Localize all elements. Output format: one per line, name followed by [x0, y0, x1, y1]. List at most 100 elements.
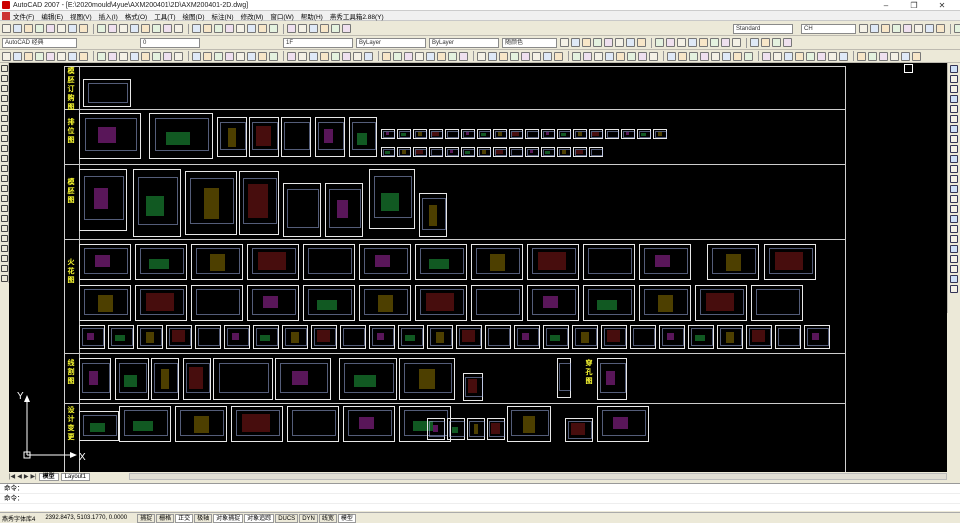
- drawing-thumbnail[interactable]: [119, 406, 171, 442]
- drawing-thumbnail[interactable]: [185, 171, 237, 235]
- toolbar-tool-icon[interactable]: [152, 24, 161, 33]
- drawing-thumbnail[interactable]: [557, 147, 572, 157]
- text-style-combo[interactable]: Standard: [733, 23, 793, 34]
- draw-tool-icon[interactable]: [1, 105, 8, 112]
- drawing-thumbnail[interactable]: [543, 325, 569, 349]
- drawing-thumbnail[interactable]: [485, 325, 511, 349]
- drawing-thumbnail[interactable]: [583, 244, 635, 280]
- toolbar-tool-icon[interactable]: [68, 51, 77, 61]
- toolbar-tool-icon[interactable]: [108, 24, 117, 33]
- menu-window[interactable]: 窗口(W): [270, 11, 293, 21]
- modify-tool-icon[interactable]: [950, 215, 958, 223]
- toolbar-tool-icon[interactable]: [342, 24, 351, 33]
- toolbar-tool-icon[interactable]: [604, 38, 613, 47]
- toolbar-tool-icon[interactable]: [488, 51, 497, 61]
- toolbar-tool-icon[interactable]: [225, 51, 234, 61]
- menu-help[interactable]: 帮助(H): [301, 11, 323, 21]
- toolbar-tool-icon[interactable]: [404, 51, 413, 61]
- snap-toggle[interactable]: 捕捉: [137, 513, 156, 523]
- drawing-thumbnail[interactable]: [191, 285, 243, 321]
- drawing-thumbnail[interactable]: [557, 129, 572, 139]
- workspace-combo[interactable]: AutoCAD 经典: [2, 37, 77, 48]
- drawing-thumbnail[interactable]: [79, 113, 141, 159]
- drawing-thumbnail[interactable]: [688, 325, 714, 349]
- toolbar-tool-icon[interactable]: [287, 24, 296, 33]
- drawing-thumbnail[interactable]: [413, 147, 428, 157]
- toolbar-tool-icon[interactable]: [627, 51, 636, 61]
- draw-tool-icon[interactable]: [1, 65, 8, 72]
- drawing-thumbnail[interactable]: [541, 129, 556, 139]
- drawing-thumbnail[interactable]: [565, 418, 593, 442]
- drawing-thumbnail[interactable]: [527, 285, 579, 321]
- modify-tool-icon[interactable]: [950, 175, 958, 183]
- toolbar-tool-icon[interactable]: [925, 24, 934, 33]
- drawing-thumbnail[interactable]: [151, 358, 179, 400]
- drawing-thumbnail[interactable]: [589, 129, 604, 139]
- toolbar-tool-icon[interactable]: [97, 51, 106, 61]
- modify-tool-icon[interactable]: [950, 65, 958, 73]
- ortho-toggle[interactable]: 正交: [175, 513, 194, 523]
- drawing-thumbnail[interactable]: [583, 285, 635, 321]
- modify-tool-icon[interactable]: [950, 205, 958, 213]
- toolbar-tool-icon[interactable]: [214, 51, 223, 61]
- toolbar-tool-icon[interactable]: [817, 51, 826, 61]
- drawing-thumbnail[interactable]: [79, 358, 111, 400]
- drawing-thumbnail[interactable]: [621, 129, 636, 139]
- toolbar-tool-icon[interactable]: [677, 38, 686, 47]
- layer-color-combo[interactable]: 1F: [283, 37, 353, 48]
- drawing-thumbnail[interactable]: [477, 147, 492, 157]
- modify-tool-icon[interactable]: [950, 125, 958, 133]
- toolbar-tool-icon[interactable]: [543, 51, 552, 61]
- toolbar-tool-icon[interactable]: [593, 38, 602, 47]
- modify-tool-icon[interactable]: [950, 185, 958, 193]
- drawing-thumbnail[interactable]: [217, 117, 247, 157]
- drawing-thumbnail[interactable]: [445, 129, 460, 139]
- toolbar-tool-icon[interactable]: [510, 51, 519, 61]
- toolbar-tool-icon[interactable]: [269, 51, 278, 61]
- toolbar-tool-icon[interactable]: [828, 51, 837, 61]
- drawing-thumbnail[interactable]: [477, 129, 492, 139]
- drawing-thumbnail[interactable]: [695, 285, 747, 321]
- menu-file[interactable]: 文件(F): [13, 11, 34, 21]
- toolbar-tool-icon[interactable]: [152, 51, 161, 61]
- drawing-thumbnail[interactable]: [224, 325, 250, 349]
- tab-model[interactable]: 模型: [38, 472, 59, 481]
- draw-tool-icon[interactable]: [1, 85, 8, 92]
- toolbar-tool-icon[interactable]: [163, 24, 172, 33]
- toolbar-tool-icon[interactable]: [521, 51, 530, 61]
- draw-tool-icon[interactable]: [1, 145, 8, 152]
- drawing-thumbnail[interactable]: [461, 129, 476, 139]
- toolbar-tool-icon[interactable]: [2, 51, 11, 61]
- toolbar-tool-icon[interactable]: [298, 51, 307, 61]
- drawing-thumbnail[interactable]: [79, 411, 119, 441]
- toolbar-tool-icon[interactable]: [79, 24, 88, 33]
- drawing-thumbnail[interactable]: [325, 183, 363, 237]
- drawing-thumbnail[interactable]: [630, 325, 656, 349]
- drawing-thumbnail[interactable]: [572, 325, 598, 349]
- toolbar-tool-icon[interactable]: [342, 51, 351, 61]
- drawing-thumbnail[interactable]: [149, 113, 213, 159]
- toolbar-tool-icon[interactable]: [554, 51, 563, 61]
- drawing-thumbnail[interactable]: [183, 358, 211, 400]
- toolbar-tool-icon[interactable]: [174, 24, 183, 33]
- toolbar-tool-icon[interactable]: [689, 51, 698, 61]
- drawing-thumbnail[interactable]: [359, 244, 411, 280]
- toolbar-tool-icon[interactable]: [649, 51, 658, 61]
- draw-tool-icon[interactable]: [1, 275, 8, 282]
- drawing-thumbnail[interactable]: [398, 325, 424, 349]
- modify-tool-icon[interactable]: [950, 85, 958, 93]
- command-window[interactable]: 命令： 命令：: [0, 483, 960, 511]
- menu-draw[interactable]: 绘图(D): [183, 11, 205, 21]
- drawing-thumbnail[interactable]: [79, 244, 131, 280]
- menu-insert[interactable]: 插入(I): [99, 11, 118, 21]
- drawing-thumbnail[interactable]: [303, 285, 355, 321]
- toolbar-tool-icon[interactable]: [744, 51, 753, 61]
- menu-tools[interactable]: 工具(T): [154, 11, 175, 21]
- toolbar-tool-icon[interactable]: [35, 24, 44, 33]
- drawing-thumbnail[interactable]: [133, 169, 181, 237]
- menu-format[interactable]: 格式(O): [125, 11, 147, 21]
- drawing-thumbnail[interactable]: [115, 358, 149, 400]
- toolbar-tool-icon[interactable]: [655, 38, 664, 47]
- drawing-thumbnail[interactable]: [369, 325, 395, 349]
- toolbar-tool-icon[interactable]: [415, 51, 424, 61]
